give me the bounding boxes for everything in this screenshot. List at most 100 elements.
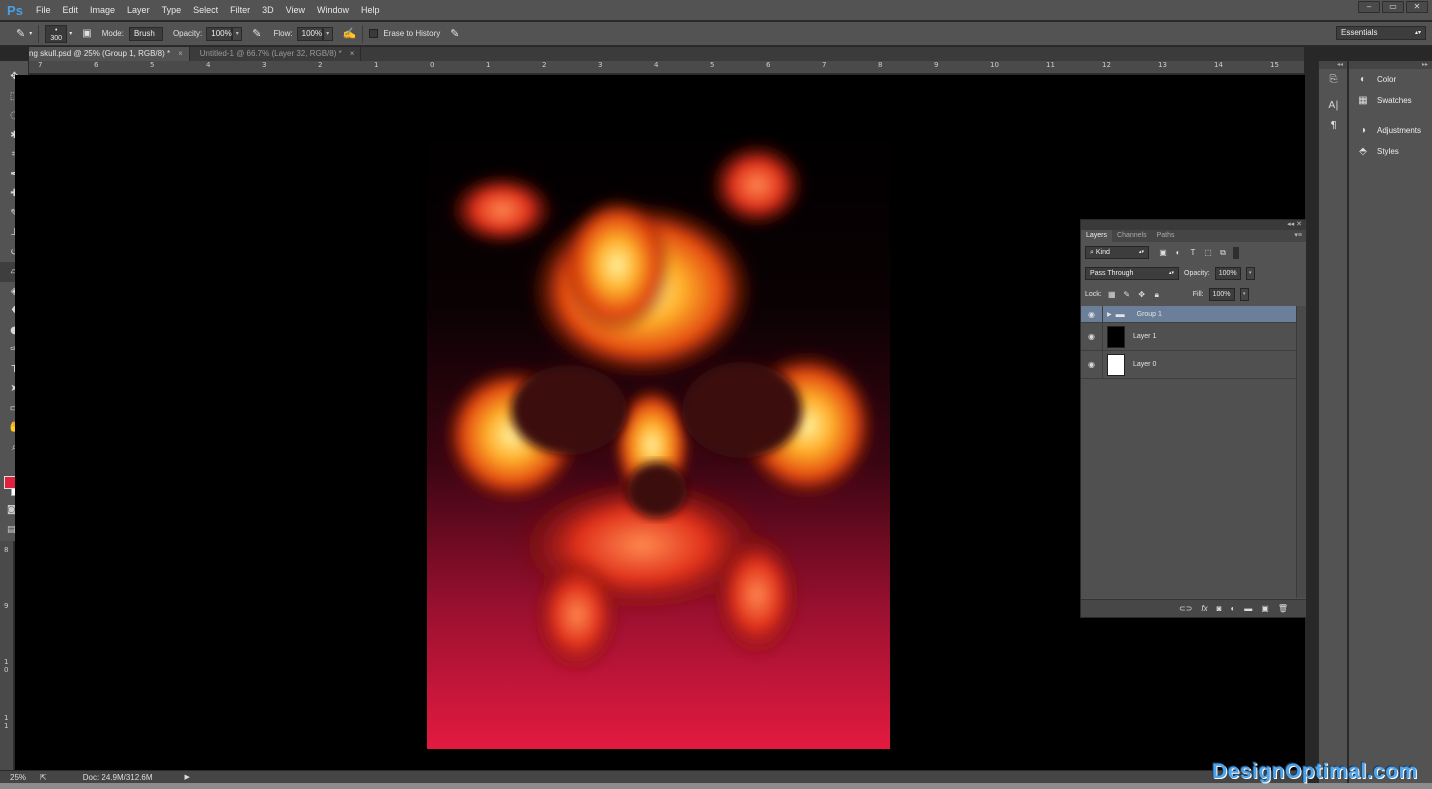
ruler-label: 1 — [486, 61, 491, 69]
close-window-button[interactable]: ✕ — [1406, 1, 1428, 13]
color-icon: ◐ — [1359, 73, 1367, 85]
menu-window[interactable]: Window — [311, 5, 355, 15]
new-layer-icon[interactable]: ▣ — [1261, 604, 1269, 613]
visibility-eye-icon[interactable]: ◉ — [1081, 306, 1103, 322]
tab-close-icon[interactable]: × — [178, 49, 183, 58]
zoom-level[interactable]: 25% — [10, 773, 26, 782]
visibility-eye-icon[interactable]: ◉ — [1081, 323, 1103, 350]
menu-3d[interactable]: 3D — [256, 5, 280, 15]
shape-filter-icon[interactable]: ⬚ — [1203, 248, 1213, 258]
brush-size-value: 300 — [50, 34, 63, 42]
lock-label: Lock: — [1085, 291, 1102, 298]
new-group-icon[interactable]: ▬ — [1244, 604, 1252, 613]
tab-paths[interactable]: Paths — [1152, 230, 1180, 242]
layer-opacity-dropdown[interactable]: ▾ — [1245, 267, 1255, 280]
menu-edit[interactable]: Edit — [57, 5, 85, 15]
share-icon[interactable]: ⇱ — [40, 773, 47, 782]
panel-header[interactable]: ◂◂ ✕ — [1081, 220, 1306, 230]
mode-label: Mode: — [101, 29, 124, 38]
document-size: Doc: 24.9M/312.6M — [82, 772, 153, 782]
fx-icon[interactable]: fx — [1201, 604, 1207, 613]
layer-row-layer-1[interactable]: ◉ Layer 1 — [1081, 323, 1296, 351]
lock-position-icon[interactable]: ✥ — [1137, 290, 1147, 300]
type-filter-icon[interactable]: T — [1188, 248, 1198, 258]
options-bar: ✎ ▾ • 300 ▾ ▣ Mode: Brush Opacity: 100% ▾… — [0, 22, 1432, 46]
ruler-label: 14 — [1214, 61, 1223, 69]
pressure-opacity-icon[interactable]: ✎ — [252, 27, 261, 40]
maximize-button[interactable]: ▭ — [1382, 1, 1404, 13]
ruler-label: 0 — [430, 61, 435, 69]
ruler-label: 15 — [1270, 61, 1279, 69]
layers-scrollbar[interactable] — [1296, 306, 1306, 598]
dock-styles[interactable]: ⬘ Styles — [1349, 141, 1432, 162]
filter-kind-select[interactable]: ⌕ Kind ▴▾ — [1085, 246, 1149, 259]
filter-row: ⌕ Kind ▴▾ ▣ ◐ T ⬚ ⧉ — [1081, 242, 1306, 263]
menu-filter[interactable]: Filter — [224, 5, 256, 15]
menu-help[interactable]: Help — [355, 5, 386, 15]
document-canvas[interactable] — [427, 115, 890, 749]
link-layers-icon[interactable]: ⊂⊃ — [1179, 604, 1192, 613]
layer-opacity-input[interactable]: 100% — [1214, 267, 1241, 280]
menu-type[interactable]: Type — [156, 5, 188, 15]
swatches-icon: ▦ — [1358, 94, 1368, 106]
history-panel-icon[interactable]: ⎘ — [1319, 69, 1348, 89]
minimize-button[interactable]: ‒ — [1358, 1, 1380, 13]
erase-history-checkbox[interactable] — [369, 29, 379, 38]
expand-arrow-icon[interactable]: ▶ — [1107, 311, 1112, 318]
layer-row-layer-0[interactable]: ◉ Layer 0 — [1081, 351, 1296, 379]
tab-close-icon[interactable]: × — [350, 49, 355, 58]
brush-dropdown-icon[interactable]: ▾ — [69, 30, 72, 37]
tool-preset-dropdown[interactable]: ▾ — [29, 30, 32, 37]
mode-select[interactable]: Brush — [128, 26, 163, 41]
eraser-icon[interactable]: ✎ — [16, 27, 25, 40]
tab-document-2[interactable]: Untitled-1 @ 66.7% (Layer 32, RGB/8) * × — [190, 47, 362, 61]
brush-preset-picker[interactable]: • 300 — [45, 24, 68, 43]
panel-menu-icon[interactable]: ▾≡ — [1180, 230, 1307, 242]
flow-dropdown[interactable]: ▾ — [322, 26, 333, 41]
fill-input[interactable]: 100% — [1208, 288, 1235, 301]
photoshop-logo[interactable]: Ps — [0, 0, 30, 21]
menu-image[interactable]: Image — [84, 5, 121, 15]
add-mask-icon[interactable]: ◙ — [1217, 604, 1222, 613]
paragraph-panel-icon[interactable]: ¶ — [1319, 115, 1348, 135]
pixel-filter-icon[interactable]: ▣ — [1158, 248, 1168, 258]
dock-color[interactable]: ◐ Color — [1349, 69, 1432, 90]
fill-dropdown[interactable]: ▾ — [1239, 288, 1249, 301]
delete-layer-icon[interactable]: 🗑︎ — [1278, 604, 1288, 613]
collapse-icon[interactable]: ▸▸ — [1349, 61, 1432, 69]
menu-layer[interactable]: Layer — [121, 5, 156, 15]
dock-swatches[interactable]: ▦ Swatches — [1349, 90, 1432, 111]
tab-layers[interactable]: Layers — [1081, 230, 1113, 242]
opacity-dropdown[interactable]: ▾ — [232, 26, 243, 41]
dock-adjustments[interactable]: ◑ Adjustments — [1349, 120, 1432, 141]
airbrush-icon[interactable]: ✍ — [343, 27, 357, 40]
ruler-label: 12 — [1102, 61, 1111, 69]
menu-view[interactable]: View — [280, 5, 311, 15]
character-panel-icon[interactable]: A| — [1319, 95, 1348, 115]
layer-thumbnail — [1107, 325, 1125, 348]
pressure-size-icon[interactable]: ✎ — [450, 27, 459, 40]
status-menu-arrow-icon[interactable]: ▶ — [185, 773, 190, 781]
brush-panel-icon[interactable]: ▣ — [82, 28, 91, 39]
tab-channels[interactable]: Channels — [1112, 230, 1152, 242]
adjustment-filter-icon[interactable]: ◐ — [1173, 248, 1183, 258]
lock-pixels-icon[interactable]: ✎ — [1122, 290, 1132, 300]
ruler-label: 5 — [150, 61, 155, 69]
opacity-input[interactable]: 100% — [206, 26, 233, 41]
layer-row-group-1[interactable]: ◉ ▶ ▬ Group 1 — [1081, 306, 1296, 323]
workspace-select[interactable]: Essentials ▴▾ — [1336, 26, 1426, 40]
ruler-label: 1 0 — [4, 658, 9, 674]
collapse-icon[interactable]: ◂◂ — [1319, 61, 1347, 69]
lock-all-icon[interactable]: 🔒︎ — [1152, 290, 1162, 300]
blend-mode-select[interactable]: Pass Through ▴▾ — [1085, 267, 1179, 280]
smart-object-filter-icon[interactable]: ⧉ — [1218, 248, 1228, 258]
new-adjustment-icon[interactable]: ◐ — [1230, 604, 1235, 613]
visibility-eye-icon[interactable]: ◉ — [1081, 351, 1103, 378]
flow-input[interactable]: 100% — [296, 26, 323, 41]
lock-transparency-icon[interactable]: ▦ — [1107, 290, 1117, 300]
filter-toggle[interactable] — [1233, 246, 1239, 259]
tab-document-1[interactable]: ng skull.psd @ 25% (Group 1, RGB/8) * × — [29, 47, 190, 61]
menu-select[interactable]: Select — [187, 5, 224, 15]
ruler-label: 3 — [598, 61, 603, 69]
menu-file[interactable]: File — [30, 5, 57, 15]
